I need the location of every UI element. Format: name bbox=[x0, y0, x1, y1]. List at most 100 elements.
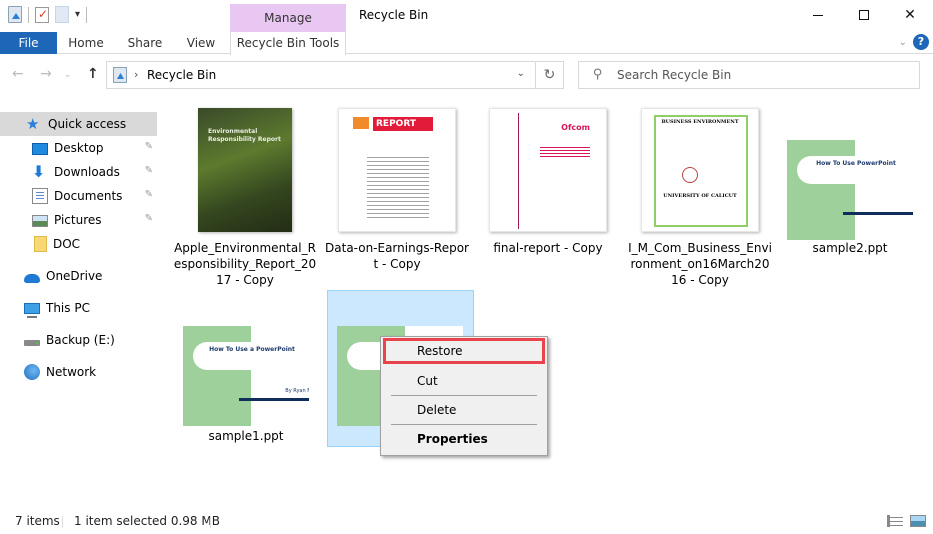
file-thumbnail: Ofcom bbox=[489, 108, 607, 232]
sidebar-item-desktop[interactable]: Desktop ✎ bbox=[0, 136, 157, 160]
thumbnail-author: By Ryan McKenzie bbox=[285, 388, 309, 394]
up-button[interactable]: ↑ bbox=[87, 66, 99, 82]
search-input[interactable] bbox=[617, 66, 907, 84]
sidebar-item-this-pc[interactable]: This PC bbox=[0, 296, 157, 320]
recycle-bin-icon bbox=[113, 67, 127, 83]
thumbnail-title: Environmental Responsibility Report bbox=[208, 128, 281, 143]
details-view-icon[interactable] bbox=[887, 515, 903, 527]
sidebar-item-pictures[interactable]: Pictures ✎ bbox=[0, 208, 157, 232]
menu-separator bbox=[391, 395, 537, 396]
thumbnail-title: BUSINESS ENVIRONMENT bbox=[661, 119, 739, 125]
context-menu-properties[interactable]: Properties bbox=[383, 426, 545, 452]
new-folder-icon[interactable] bbox=[55, 6, 69, 23]
pin-icon[interactable]: ✎ bbox=[145, 189, 153, 200]
refresh-button[interactable]: ↻ bbox=[536, 61, 564, 89]
onedrive-icon bbox=[24, 273, 40, 283]
file-name: Data-on-Earnings-Report - Copy bbox=[325, 241, 469, 271]
search-box[interactable]: ⚲ bbox=[578, 61, 920, 89]
breadcrumb-recycle-bin[interactable]: Recycle Bin bbox=[147, 68, 216, 82]
tab-recycle-bin-tools[interactable]: Recycle Bin Tools bbox=[230, 32, 346, 55]
drive-icon bbox=[24, 340, 40, 346]
maximize-button[interactable] bbox=[841, 0, 887, 30]
quick-access-toolbar: ▾ bbox=[8, 6, 88, 23]
slide-bar bbox=[843, 212, 913, 215]
back-button[interactable]: ← bbox=[12, 66, 24, 82]
ribbon-right-controls: ⌄ ? bbox=[899, 34, 929, 50]
expand-ribbon-icon[interactable]: ⌄ bbox=[899, 37, 907, 48]
close-button[interactable]: ✕ bbox=[887, 0, 933, 30]
file-list: Environmental Responsibility Report Appl… bbox=[170, 100, 933, 505]
properties-icon[interactable] bbox=[35, 6, 49, 23]
file-item[interactable]: Environmental Responsibility Report Appl… bbox=[173, 108, 317, 288]
sidebar-item-label: OneDrive bbox=[46, 269, 103, 283]
recent-locations-button[interactable]: ⌄ bbox=[64, 70, 72, 80]
file-name: sample1.ppt bbox=[208, 429, 284, 443]
file-item[interactable]: BUSINESS ENVIRONMENT UNIVERSITY OF CALIC… bbox=[628, 108, 772, 288]
file-thumbnail: Environmental Responsibility Report bbox=[198, 108, 292, 232]
pin-icon[interactable]: ✎ bbox=[145, 213, 153, 224]
file-thumbnail: How To Use PowerPoint bbox=[787, 140, 913, 240]
minimize-button[interactable] bbox=[795, 0, 841, 30]
tab-share[interactable]: Share bbox=[124, 32, 166, 54]
sidebar-item-downloads[interactable]: ⬇ Downloads ✎ bbox=[0, 160, 157, 184]
sidebar-item-documents[interactable]: Documents ✎ bbox=[0, 184, 157, 208]
menu-separator bbox=[391, 424, 537, 425]
context-menu-restore[interactable]: Restore bbox=[383, 338, 545, 364]
context-menu-cut[interactable]: Cut bbox=[383, 368, 545, 394]
large-icons-view-icon[interactable] bbox=[910, 515, 926, 527]
recycle-bin-icon[interactable] bbox=[8, 6, 22, 23]
tab-home[interactable]: Home bbox=[62, 32, 110, 54]
network-icon bbox=[24, 364, 40, 380]
sidebar-item-label: Pictures bbox=[54, 213, 102, 227]
context-menu-delete[interactable]: Delete bbox=[383, 397, 545, 423]
file-thumbnail: How To Use a PowerPoint By Ryan McKenzie bbox=[183, 326, 309, 426]
pictures-icon bbox=[32, 215, 48, 227]
address-dropdown-icon[interactable]: ⌄ bbox=[517, 68, 525, 79]
file-item[interactable]: How To Use a PowerPoint By Ryan McKenzie… bbox=[174, 326, 318, 444]
file-name: Apple_Environmental_Responsibility_Repor… bbox=[173, 241, 317, 287]
forward-button[interactable]: → bbox=[40, 66, 52, 82]
sidebar-item-backup[interactable]: Backup (E:) bbox=[0, 328, 157, 352]
thumbnail-title: REPORT bbox=[373, 117, 433, 131]
university-emblem bbox=[682, 167, 698, 183]
thumbnail-title: How To Use a PowerPoint bbox=[209, 346, 295, 353]
close-icon: ✕ bbox=[904, 7, 916, 23]
address-bar[interactable]: › Recycle Bin ⌄ bbox=[106, 61, 536, 89]
selection-info: 1 item selected 0.98 MB bbox=[74, 514, 220, 528]
file-item[interactable]: REPORT Data-on-Earnings-Report - Copy bbox=[325, 108, 469, 272]
context-menu: Restore Cut Delete Properties bbox=[380, 336, 548, 456]
breadcrumb-separator[interactable]: › bbox=[134, 68, 138, 81]
status-divider bbox=[210, 516, 211, 528]
documents-icon bbox=[32, 188, 48, 204]
thumbnail-logo: Ofcom bbox=[561, 123, 590, 132]
navigation-bar: ← → ⌄ ↑ › Recycle Bin ⌄ ↻ ⚲ bbox=[0, 54, 933, 94]
customize-dropdown-icon[interactable]: ▾ bbox=[75, 9, 80, 20]
tab-view[interactable]: View bbox=[182, 32, 220, 54]
file-item[interactable]: How To Use PowerPoint sample2.ppt bbox=[778, 140, 922, 256]
file-item[interactable]: Ofcom final-report - Copy bbox=[476, 108, 620, 256]
maximize-icon bbox=[859, 10, 869, 20]
manage-tab-group[interactable]: Manage bbox=[230, 4, 346, 32]
thumbnail-text-lines bbox=[540, 145, 590, 159]
search-icon: ⚲ bbox=[593, 67, 603, 82]
this-pc-icon bbox=[24, 303, 40, 318]
status-divider bbox=[62, 516, 63, 528]
help-icon[interactable]: ? bbox=[913, 34, 929, 50]
slide-bar bbox=[239, 398, 309, 401]
sidebar-item-network[interactable]: Network bbox=[0, 360, 157, 384]
sidebar-item-label: Network bbox=[46, 365, 97, 379]
pin-icon[interactable]: ✎ bbox=[145, 141, 153, 152]
sidebar-item-label: This PC bbox=[46, 301, 90, 315]
sidebar-item-doc[interactable]: DOC bbox=[0, 232, 157, 256]
sidebar-item-label: Backup (E:) bbox=[46, 333, 115, 347]
pin-icon[interactable]: ✎ bbox=[145, 165, 153, 176]
sidebar-item-quick-access[interactable]: ★ Quick access bbox=[0, 112, 157, 136]
slide-green-panel bbox=[787, 140, 855, 240]
thumbnail-title: How To Use PowerPoint bbox=[816, 160, 896, 167]
tab-file[interactable]: File bbox=[0, 32, 57, 54]
sidebar-item-onedrive[interactable]: OneDrive bbox=[0, 264, 157, 288]
ribbon: File Home Share View Recycle Bin Tools ⌄… bbox=[0, 32, 933, 55]
folder-icon bbox=[34, 236, 47, 252]
status-bar: 7 items 1 item selected 0.98 MB bbox=[0, 510, 933, 534]
qat-separator bbox=[86, 6, 88, 23]
